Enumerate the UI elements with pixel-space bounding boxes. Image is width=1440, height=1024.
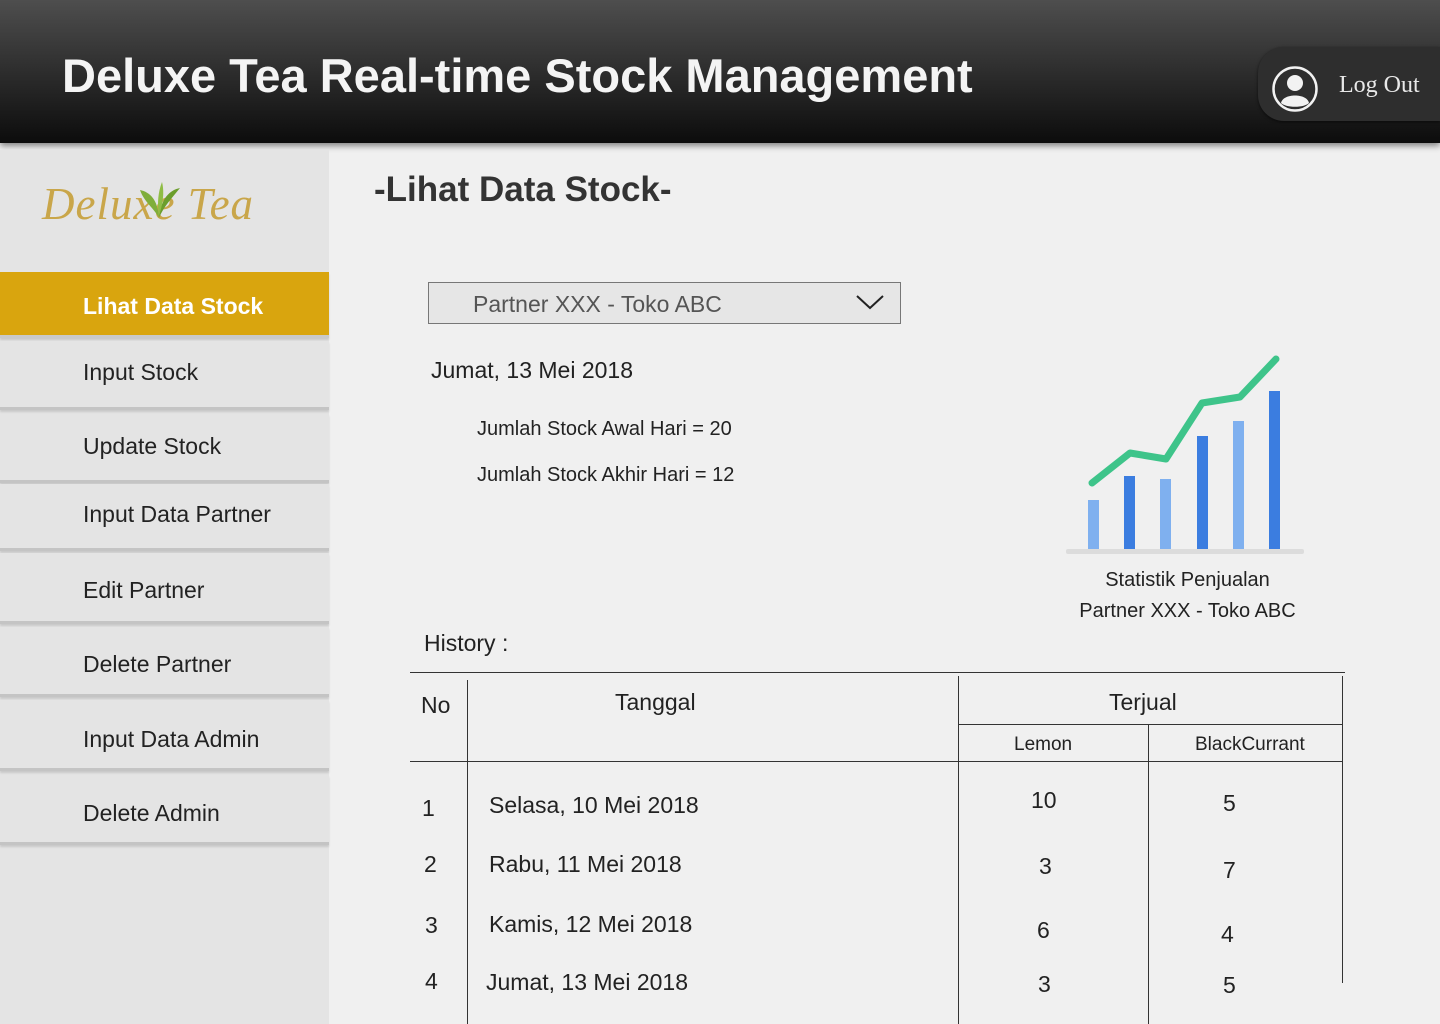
row-no: 1 (422, 795, 435, 821)
tea-leaf-icon (140, 182, 180, 218)
row-blackcurrant: 5 (1223, 972, 1236, 998)
chart-caption: Statistik Penjualan Partner XXX - Toko A… (1060, 565, 1315, 627)
row-tanggal: Rabu, 11 Mei 2018 (489, 851, 682, 877)
header-lemon: Lemon (1014, 734, 1073, 755)
row-blackcurrant: 7 (1223, 857, 1236, 883)
terjual-divider (958, 724, 1342, 725)
sidebar-item-delete-admin[interactable]: Delete Admin (0, 775, 329, 845)
row-lemon: 6 (1037, 917, 1050, 943)
sidebar-item-input-data-admin[interactable]: Input Data Admin (0, 700, 329, 771)
user-avatar-icon (1272, 66, 1318, 112)
history-label: History : (424, 630, 509, 656)
app-header: Deluxe Tea Real-time Stock Management Lo… (0, 0, 1440, 143)
page-title: -Lihat Data Stock- (374, 170, 672, 209)
table-header-border (410, 761, 1343, 762)
sidebar-item-label: Lihat Data Stock (83, 293, 264, 319)
partner-select[interactable]: Partner XXX - Toko ABC (428, 282, 901, 324)
sidebar-item-label: Delete Partner (83, 651, 232, 677)
app-title: Deluxe Tea Real-time Stock Management (62, 49, 973, 102)
row-blackcurrant: 5 (1223, 790, 1236, 816)
sidebar-item-input-stock[interactable]: Input Stock (0, 341, 329, 410)
sidebar-item-label: Edit Partner (83, 577, 205, 603)
table-right-border (1342, 676, 1343, 983)
row-tanggal: Kamis, 12 Mei 2018 (489, 911, 693, 937)
row-tanggal: Selasa, 10 Mei 2018 (489, 792, 699, 818)
row-tanggal: Jumat, 13 Mei 2018 (486, 969, 689, 995)
chart-caption-line1: Statistik Penjualan (1105, 569, 1270, 591)
header-no: No (421, 692, 451, 718)
header-tanggal: Tanggal (615, 689, 696, 715)
sidebar-item-label: Input Data Admin (83, 726, 260, 752)
chevron-down-icon (856, 295, 884, 310)
partner-select-value: Partner XXX - Toko ABC (473, 291, 722, 317)
sales-chart-icon (1066, 355, 1304, 554)
header-terjual: Terjual (1109, 689, 1177, 715)
sidebar-item-delete-partner[interactable]: Delete Partner (0, 627, 329, 697)
sidebar: Deluxe Tea Lihat Data Stock Input Stock … (0, 150, 329, 1024)
logout-button[interactable]: Log Out (1258, 47, 1440, 121)
stock-awal-text: Jumlah Stock Awal Hari = 20 (477, 418, 732, 440)
sidebar-item-input-data-partner[interactable]: Input Data Partner (0, 484, 329, 551)
row-lemon: 3 (1039, 853, 1052, 879)
row-lemon: 10 (1031, 787, 1057, 813)
col-divider-no (467, 680, 468, 1024)
sidebar-item-label: Input Stock (83, 359, 199, 385)
row-blackcurrant: 4 (1221, 921, 1234, 947)
sidebar-item-update-stock[interactable]: Update Stock (0, 414, 329, 483)
table-top-border (410, 672, 1345, 673)
sidebar-item-label: Delete Admin (83, 800, 220, 826)
current-date: Jumat, 13 Mei 2018 (431, 357, 634, 383)
row-no: 4 (425, 968, 438, 994)
sidebar-item-lihat-data-stock[interactable]: Lihat Data Stock (0, 272, 329, 338)
row-lemon: 3 (1038, 971, 1051, 997)
sidebar-item-label: Update Stock (83, 433, 222, 459)
col-divider-lemon (1148, 724, 1149, 1024)
header-blackcurrant: BlackCurrant (1195, 734, 1305, 755)
chart-caption-line2: Partner XXX - Toko ABC (1079, 600, 1296, 622)
row-no: 3 (425, 912, 438, 938)
sidebar-item-edit-partner[interactable]: Edit Partner (0, 553, 329, 624)
stock-akhir-text: Jumlah Stock Akhir Hari = 12 (477, 464, 735, 486)
col-divider-tanggal (958, 676, 959, 1024)
logout-label: Log Out (1339, 72, 1420, 98)
deluxe-tea-logo: Deluxe Tea (42, 178, 282, 248)
sidebar-item-label: Input Data Partner (83, 501, 271, 527)
row-no: 2 (424, 851, 437, 877)
